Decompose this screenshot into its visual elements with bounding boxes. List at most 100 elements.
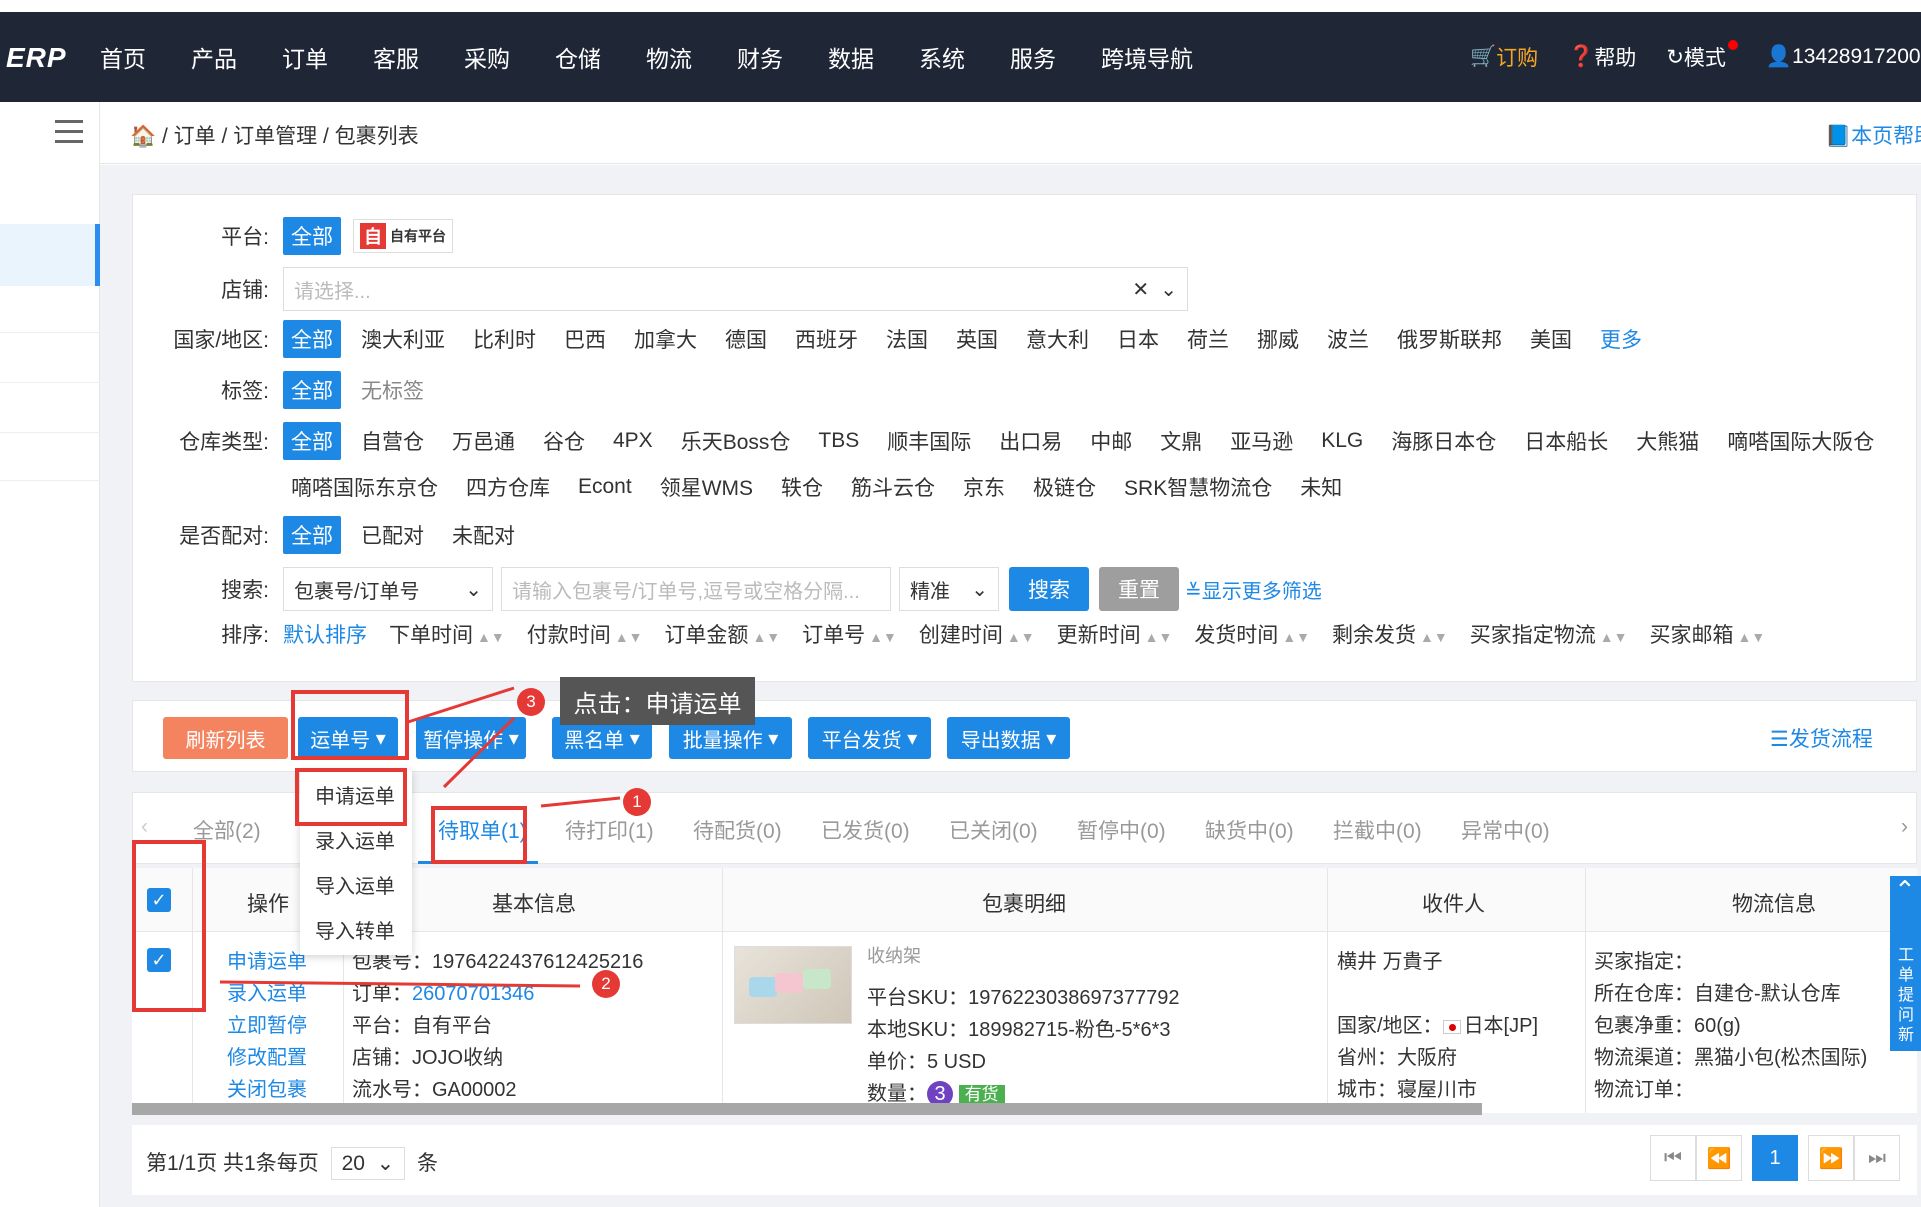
country-option[interactable]: 比利时 — [465, 320, 544, 358]
nav-products[interactable]: 产品 — [191, 40, 237, 74]
nav-logistics[interactable]: 物流 — [646, 40, 692, 74]
platform-ship-button[interactable]: 平台发货 ▾ — [808, 717, 931, 759]
enter-waybill-link[interactable]: 录入运单 — [227, 978, 307, 1010]
tab-intercepted[interactable]: 拦截中(0) — [1333, 815, 1422, 845]
nav-home[interactable]: 首页 — [100, 40, 146, 74]
sort-option[interactable]: 付款时间 ▲▼ — [527, 619, 643, 649]
warehouse-option[interactable]: 未知 — [1292, 468, 1350, 506]
pause-now-link[interactable]: 立即暂停 — [227, 1010, 307, 1042]
warehouse-option[interactable]: 万邑通 — [444, 422, 523, 460]
floating-help-panel[interactable]: ⌃ 工单提问新手必看 — [1890, 876, 1921, 1051]
tab-shipped[interactable]: 已发货(0) — [821, 815, 910, 845]
warehouse-option[interactable]: 中邮 — [1082, 422, 1140, 460]
tab-pending-print[interactable]: 待打印(1) — [565, 815, 654, 845]
reset-button[interactable]: 重置 — [1099, 567, 1179, 611]
nav-finance[interactable]: 财务 — [737, 40, 783, 74]
sort-option[interactable]: 下单时间 ▲▼ — [389, 619, 505, 649]
apply-waybill-link[interactable]: 申请运单 — [227, 946, 307, 978]
tab-out-of-stock[interactable]: 缺货中(0) — [1205, 815, 1294, 845]
sort-option[interactable]: 订单金额 ▲▼ — [664, 619, 780, 649]
warehouse-option[interactable]: 谷仓 — [535, 422, 593, 460]
nav-orders[interactable]: 订单 — [282, 40, 328, 74]
warehouse-option[interactable]: 筋斗云仓 — [843, 468, 943, 506]
warehouse-option[interactable]: 亚马逊 — [1222, 422, 1301, 460]
horizontal-scrollbar[interactable] — [132, 1103, 1482, 1115]
warehouse-option[interactable]: 领星WMS — [652, 468, 761, 506]
country-option[interactable]: 澳大利亚 — [353, 320, 453, 358]
sort-option[interactable]: 买家指定物流 ▲▼ — [1470, 619, 1628, 649]
country-option[interactable]: 波兰 — [1319, 320, 1377, 358]
sidebar-item-active[interactable] — [0, 224, 100, 286]
nav-system[interactable]: 系统 — [919, 40, 965, 74]
search-button[interactable]: 搜索 — [1009, 567, 1089, 611]
warehouse-option[interactable]: KLG — [1313, 425, 1371, 457]
clear-icon[interactable]: ✕ — [1132, 279, 1149, 301]
sort-option[interactable]: 更新时间 ▲▼ — [1057, 619, 1173, 649]
prev-page-icon[interactable]: ⏪ — [1696, 1135, 1742, 1181]
country-option[interactable]: 意大利 — [1018, 320, 1097, 358]
country-option[interactable]: 巴西 — [556, 320, 614, 358]
platform-self[interactable]: 自自有平台 — [353, 219, 453, 253]
page-size-select[interactable]: 20 ⌄ — [330, 1147, 406, 1180]
order-link[interactable]: 🛒 订购 — [1470, 42, 1538, 72]
refresh-list-button[interactable]: 刷新列表 — [163, 717, 288, 759]
warehouse-option[interactable]: 文鼎 — [1152, 422, 1210, 460]
edit-config-link[interactable]: 修改配置 — [227, 1042, 307, 1074]
nav-storage[interactable]: 仓储 — [555, 40, 601, 74]
shipping-flow-link[interactable]: ☰发货流程 — [1770, 723, 1873, 753]
tab-scroll-left-icon[interactable]: ‹ — [141, 815, 148, 839]
first-page-icon[interactable]: ⏮ — [1650, 1135, 1696, 1181]
warehouse-option[interactable]: 日本船长 — [1516, 422, 1616, 460]
menu-item-import-waybill[interactable]: 导入运单 — [315, 870, 395, 899]
tab-closed[interactable]: 已关闭(0) — [949, 815, 1038, 845]
next-page-icon[interactable]: ⏩ — [1808, 1135, 1854, 1181]
sort-option[interactable]: 创建时间 ▲▼ — [919, 619, 1035, 649]
warehouse-option[interactable]: 顺丰国际 — [879, 422, 979, 460]
warehouse-option[interactable]: 4PX — [605, 425, 661, 457]
nav-data[interactable]: 数据 — [828, 40, 874, 74]
last-page-icon[interactable]: ⏭ — [1854, 1135, 1900, 1181]
warehouse-option[interactable]: 海豚日本仓 — [1383, 422, 1504, 460]
country-option[interactable]: 俄罗斯联邦 — [1389, 320, 1510, 358]
country-option[interactable]: 挪威 — [1249, 320, 1307, 358]
sort-default[interactable]: 默认排序 — [283, 619, 367, 649]
close-package-link[interactable]: 关闭包裹 — [227, 1074, 307, 1106]
user-account[interactable]: 👤 13428917200 — [1766, 45, 1921, 69]
page-help-link[interactable]: 📘本页帮助 — [1825, 120, 1921, 150]
country-more-link[interactable]: 更多 — [1592, 320, 1650, 358]
country-option[interactable]: 美国 — [1522, 320, 1580, 358]
warehouse-option[interactable]: Econt — [570, 471, 640, 503]
tab-abnormal[interactable]: 异常中(0) — [1461, 815, 1550, 845]
tab-pending-pick[interactable]: 待配货(0) — [693, 815, 782, 845]
warehouse-option[interactable]: 极链仓 — [1025, 468, 1104, 506]
warehouse-option[interactable]: SRK智慧物流仓 — [1116, 468, 1280, 506]
warehouse-option[interactable]: 嘀嗒国际大阪仓 — [1719, 422, 1882, 460]
country-option[interactable]: 西班牙 — [787, 320, 866, 358]
country-option[interactable]: 英国 — [948, 320, 1006, 358]
menu-item-import-transfer[interactable]: 导入转单 — [315, 915, 395, 944]
export-data-button[interactable]: 导出数据 ▾ — [947, 717, 1070, 759]
tag-none[interactable]: 无标签 — [353, 371, 432, 409]
menu-item-enter-waybill[interactable]: 录入运单 — [315, 825, 395, 854]
help-link[interactable]: ❓ 帮助 — [1568, 42, 1636, 72]
match-all[interactable]: 全部 — [283, 516, 341, 554]
menu-toggle-icon[interactable] — [55, 120, 83, 150]
more-filters-link[interactable]: ≚显示更多筛选 — [1185, 575, 1322, 604]
nav-services[interactable]: 服务 — [1010, 40, 1056, 74]
warehouse-option[interactable]: 大熊猫 — [1628, 422, 1707, 460]
warehouse-option[interactable]: 轶仓 — [773, 468, 831, 506]
page-number-current[interactable]: 1 — [1752, 1135, 1798, 1181]
search-input[interactable]: 请输入包裹号/订单号,逗号或空格分隔... — [501, 567, 891, 611]
warehouse-option[interactable]: 出口易 — [991, 422, 1070, 460]
mode-toggle[interactable]: ↻ 模式 — [1666, 40, 1738, 72]
country-all[interactable]: 全部 — [283, 320, 341, 358]
sort-option[interactable]: 买家邮箱 ▲▼ — [1649, 619, 1765, 649]
country-option[interactable]: 加拿大 — [626, 320, 705, 358]
sort-option[interactable]: 剩余发货 ▲▼ — [1332, 619, 1448, 649]
warehouse-option[interactable]: TBS — [810, 425, 867, 457]
warehouse-option[interactable]: 乐天Boss仓 — [673, 422, 799, 460]
tab-scroll-right-icon[interactable]: › — [1901, 815, 1908, 839]
tab-paused[interactable]: 暂停中(0) — [1077, 815, 1166, 845]
nav-cross-border[interactable]: 跨境导航 — [1101, 40, 1193, 74]
warehouse-all[interactable]: 全部 — [283, 422, 341, 460]
